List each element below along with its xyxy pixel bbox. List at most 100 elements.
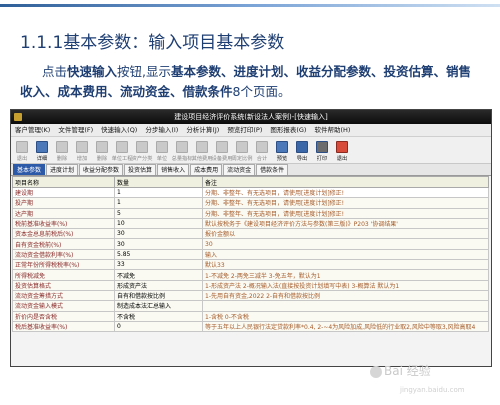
table-row[interactable]: 所得税减免 不减免 1-不减免 2-两免三减半 3-免五年，默认为1 xyxy=(12,269,489,281)
cell-quantity[interactable]: 自有和借款按比例 xyxy=(114,289,203,302)
tab-working-capital[interactable]: 流动资金 xyxy=(223,164,256,175)
cell-quantity[interactable]: 制造成本法汇总输入 xyxy=(114,300,203,312)
toolbar-equipment-cost-button[interactable]: 设备费用 xyxy=(212,139,232,163)
table-row[interactable]: 流动资金借款利率(%) 5.85 输入 xyxy=(12,248,489,261)
cell-name: 所得税减免 xyxy=(12,269,115,281)
sum-icon xyxy=(256,141,268,153)
menubar: 客户管理(K) 文件管理(F) 快速输入(Q) 分步输入(I) 分析计算(J) … xyxy=(11,124,491,137)
cell-note: 1-不减免 2-两免三减半 3-免五年，默认为1 xyxy=(202,269,489,281)
tab-strip: 基本参数 进度计划 收益分配参数 投资估算 销售收入 成本费用 流动资金 借款条… xyxy=(11,164,491,176)
delete-icon xyxy=(96,141,108,153)
asset-icon xyxy=(136,141,148,153)
cell-quantity[interactable]: 形成资产法 xyxy=(114,279,203,291)
toolbar-asset-class-button[interactable]: 资产分类 xyxy=(132,139,152,163)
tab-loan-terms[interactable]: 借款条件 xyxy=(256,164,289,175)
col-header-note[interactable]: 备注 xyxy=(202,176,489,188)
exit-icon xyxy=(336,141,348,153)
preview-icon xyxy=(276,141,288,153)
cell-quantity[interactable]: 不减免 xyxy=(114,269,203,281)
print-icon xyxy=(316,141,328,153)
menu-quick-input[interactable]: 快速输入(Q) xyxy=(97,124,141,136)
col-header-quantity[interactable]: 数量 xyxy=(114,176,203,188)
table-row[interactable]: 流动资金输入模式 制造成本法汇总输入 xyxy=(12,300,489,312)
toolbar-remove-button[interactable]: 删除 xyxy=(53,139,71,163)
toolbar-sum-button[interactable]: 合计 xyxy=(253,139,271,163)
watermark-text: Bai 经验 xyxy=(384,364,431,378)
toolbar-total-index-button[interactable]: 总量指标 xyxy=(172,139,192,163)
toolbar-add-button[interactable]: 增加 xyxy=(73,139,91,163)
table-row[interactable]: 达产期 5 分期、非整年、有无选项目，请使用[进度计划]修正! xyxy=(12,207,489,219)
table-row[interactable]: 投资估算格式 形成资产法 1-形成资产法 2-概况输入法(直接按投资计划填写中表) … xyxy=(12,279,489,291)
menu-print-preview[interactable]: 预览打印(P) xyxy=(223,124,266,136)
window-title: 建设项目经济评价系统(新设法人案例)-[快速输入] xyxy=(174,113,328,121)
toolbar-preview-button[interactable]: 预览 xyxy=(273,139,291,163)
toolbar-print-button[interactable]: 打印 xyxy=(313,139,331,163)
cell-quantity[interactable]: 5.85 xyxy=(114,248,203,261)
toolbar-unit-button[interactable]: 单位 xyxy=(153,139,171,163)
toolbar-export-button[interactable]: 导出 xyxy=(293,139,311,163)
tab-schedule[interactable]: 进度计划 xyxy=(46,164,79,175)
table-row[interactable]: 税前基准收益率(%) 10 默认按税务于《建设项目经济评价方法与参数(第三版)》P2… xyxy=(12,217,489,230)
slide-intro: 点击快速输入按钮,显示基本参数、进度计划、收益分配参数、投资估算、销售收入、成本… xyxy=(20,62,482,102)
intro-text-3: 8个页面。 xyxy=(232,84,291,99)
cell-quantity[interactable]: 30 xyxy=(114,238,203,250)
toolbar-back-button[interactable]: 退出 xyxy=(13,139,31,163)
table-row[interactable]: 自有资金税前(%) 30 30 xyxy=(12,238,489,250)
cell-quantity[interactable]: 33 xyxy=(114,259,203,271)
ratio-icon xyxy=(236,141,248,153)
toolbar-fixed-ratio-button[interactable]: 周定比例 xyxy=(232,139,252,163)
cell-name: 资本金总息前税后(%) xyxy=(12,228,115,240)
cell-quantity[interactable]: 30 xyxy=(114,228,203,240)
cell-quantity[interactable]: 0 xyxy=(114,320,203,333)
cell-quantity[interactable]: 5 xyxy=(114,207,203,219)
app-window: 建设项目经济评价系统(新设法人案例)-[快速输入] 客户管理(K) 文件管理(F… xyxy=(10,109,492,367)
menu-step-input[interactable]: 分步输入(I) xyxy=(141,124,182,136)
cell-name: 自有资金税前(%) xyxy=(12,238,115,250)
table-row[interactable]: 资本金总息前税后(%) 30 报价金额以 xyxy=(12,228,489,240)
tab-sales-revenue[interactable]: 销售收入 xyxy=(157,164,190,175)
cell-note: 1-形成资产法 2-概况输入法(直接按投资计划填写中表) 3-概算法 默认为1 xyxy=(202,279,489,291)
cell-quantity[interactable]: 10 xyxy=(114,217,203,230)
cell-quantity[interactable]: 1 xyxy=(114,186,203,199)
toolbar-detail-button[interactable]: 详细 xyxy=(33,139,51,163)
watermark-logo: Bai 经验 xyxy=(370,362,431,379)
tab-investment-estimate[interactable]: 投资估算 xyxy=(124,164,157,175)
table-row[interactable]: 折价内是否含税 不含税 1-含税 0-不含税 xyxy=(12,310,489,322)
col-header-name[interactable]: 项目名称 xyxy=(12,176,115,188)
cell-note: 默认按税务于《建设项目经济评价方法与参数(第三版)》P203 '协调结果' xyxy=(202,217,489,230)
cell-note: 分期、非整年、有无选项目，请使用[进度计划]修正! xyxy=(202,186,489,199)
menu-customer[interactable]: 客户管理(K) xyxy=(11,124,54,136)
table-row[interactable]: 税后基准收益率(%) 0 等于五年以上人民银行法定贷款利率*0.4, 2-~4为风险… xyxy=(12,320,489,333)
cell-quantity[interactable]: 1 xyxy=(114,197,203,209)
table-row[interactable]: 投产期 1 分期、非整年、有无选项目，请使用[进度计划]修正! xyxy=(12,197,489,209)
params-grid: 项目名称 数量 备注 建设期 1 分期、非整年、有无选项目，请使用[进度计划]修正!… xyxy=(12,176,489,333)
unit2-icon xyxy=(156,141,168,153)
menu-help[interactable]: 软件帮助(H) xyxy=(310,124,354,136)
tab-profit-distribution[interactable]: 收益分配参数 xyxy=(79,164,124,175)
table-row[interactable]: 建设期 1 分期、非整年、有无选项目，请使用[进度计划]修正! xyxy=(12,186,489,199)
cell-name: 折价内是否含税 xyxy=(12,310,115,322)
table-row[interactable]: 流动资金筹措方式 自有和借款按比例 1-先用自有资金,2022 2-自有和借款按比例 xyxy=(12,289,489,302)
toolbar-exit-button[interactable]: 退出 xyxy=(333,139,351,163)
menu-analysis[interactable]: 分析计算(J) xyxy=(182,124,223,136)
cell-name: 建设期 xyxy=(12,186,115,199)
unit-icon xyxy=(116,141,128,153)
cell-note: 默认33 xyxy=(202,259,489,271)
toolbar-delete-button[interactable]: 删除 xyxy=(93,139,111,163)
menu-file[interactable]: 文件管理(F) xyxy=(54,124,97,136)
menu-chart-report[interactable]: 图形报表(G) xyxy=(266,124,310,136)
add-icon xyxy=(76,141,88,153)
table-row[interactable]: 正常年份所得税税率(%) 33 默认33 xyxy=(12,259,489,271)
cell-note xyxy=(202,300,489,312)
cell-note: 分期、非整年、有无选项目，请使用[进度计划]修正! xyxy=(202,197,489,209)
slide-accent-bar xyxy=(0,4,500,7)
toolbar-unit-project-button[interactable]: 单位工程 xyxy=(112,139,132,163)
cell-note: 等于五年以上人民银行法定贷款利率*0.4, 2-~4为风险加成,风险低的行业取2… xyxy=(202,320,489,333)
cell-quantity[interactable]: 不含税 xyxy=(114,310,203,322)
export-icon xyxy=(296,141,308,153)
tab-basic-params[interactable]: 基本参数 xyxy=(13,164,46,175)
intro-text-1: 点击 xyxy=(42,64,68,79)
tab-cost[interactable]: 成本费用 xyxy=(190,164,223,175)
intro-text-2: 按钮,显示 xyxy=(117,64,172,79)
toolbar-other-cost-button[interactable]: 其他费用 xyxy=(192,139,212,163)
